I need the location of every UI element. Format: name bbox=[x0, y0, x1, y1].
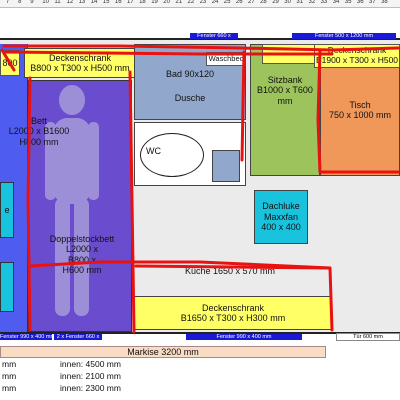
door: Tür 600 mm bbox=[336, 333, 400, 341]
dim-row-3-right: innen: 2300 mm bbox=[60, 383, 121, 393]
ruler-tick: 35 bbox=[344, 0, 352, 5]
door-label: Tür 600 mm bbox=[353, 334, 383, 340]
ruler-tick: 15 bbox=[102, 0, 110, 5]
ruler-tick: 10 bbox=[42, 0, 49, 5]
waschbecken-label: Waschbec bbox=[208, 53, 244, 63]
bett-label: Bett L2000 x B1600 H800 mm bbox=[8, 116, 70, 147]
ruler-tick: 31 bbox=[296, 0, 304, 5]
ruler-tick: 34 bbox=[332, 0, 340, 5]
ruler-tick: 25 bbox=[223, 0, 231, 5]
dachluke: Dachluke Maxxfan 400 x 400 bbox=[254, 190, 308, 244]
ruler-tick: 32 bbox=[308, 0, 316, 5]
ruler-tick: 9 bbox=[30, 0, 34, 5]
window-bottom-2: 2 x Fenster 660 x bbox=[54, 334, 102, 340]
ruler-tick: 20 bbox=[163, 0, 170, 5]
window-top-2: Fenster 500 x 1200 mm bbox=[292, 33, 396, 39]
dim-row-1-right: innen: 4500 mm bbox=[60, 359, 121, 369]
left-cabinet-lower bbox=[0, 262, 14, 312]
ruler-tick: 19 bbox=[151, 0, 158, 5]
markise-label: Markise 3200 mm bbox=[127, 346, 199, 357]
deckenschrank-left: Deckenschrank B800 x T300 x H500 mm bbox=[24, 48, 136, 78]
ruler-tick: 27 bbox=[248, 0, 255, 5]
doppelstockbett-label: Doppelstockbett L2000 x B800 x H600 mm bbox=[49, 234, 115, 276]
window-bottom-1: Fenster 990 x 400 mm bbox=[0, 334, 52, 340]
deckenschrank-left-partial-label: 800 bbox=[2, 57, 18, 68]
dachluke-label: Dachluke Maxxfan 400 x 400 bbox=[261, 201, 301, 233]
ruler-tick: 33 bbox=[320, 0, 328, 5]
dim-row-2-left: mm bbox=[2, 371, 17, 381]
deckenschrank-left-label: Deckenschrank B800 x T300 x H500 mm bbox=[30, 52, 130, 73]
markise: Markise 3200 mm bbox=[0, 346, 326, 358]
left-cabinet-label: e bbox=[4, 204, 10, 215]
dusche-label: Dusche bbox=[174, 93, 206, 104]
tisch-label: Tisch 750 x 1000 mm bbox=[328, 99, 392, 120]
ruler-tick: 18 bbox=[139, 0, 146, 5]
dim-row-2-right: innen: 2100 mm bbox=[60, 371, 121, 381]
ruler-tick: 21 bbox=[175, 0, 183, 5]
window-top-1: Fenster 660 x bbox=[190, 33, 238, 39]
ruler-tick: 12 bbox=[66, 0, 74, 5]
deckenschrank-left-partial: 800 bbox=[0, 50, 20, 76]
bad-label: Bad 90x120 bbox=[165, 69, 215, 79]
ruler-tick: 29 bbox=[272, 0, 279, 5]
ruler: 7 8 9 10 11 12 13 14 15 16 17 18 19 20 21 22 23 24 25 26 27 2… bbox=[0, 0, 400, 8]
deckenschrank-right-label: Deckenschrank B1900 x T300 x H500 bbox=[315, 45, 399, 65]
deckenschrank-bottom: Deckenschrank B1650 x T300 x H300 mm bbox=[134, 296, 332, 330]
left-cabinet: e bbox=[0, 182, 14, 238]
deckenschrank-bottom-label: Deckenschrank B1650 x T300 x H300 mm bbox=[180, 302, 286, 323]
waschbecken: Waschbec bbox=[206, 52, 246, 66]
ruler-tick: 26 bbox=[235, 0, 243, 5]
sitzbank-cushion bbox=[262, 44, 320, 64]
bad-door bbox=[212, 150, 240, 182]
ruler-tick: 36 bbox=[356, 0, 364, 5]
dim-row-3-left: mm bbox=[2, 383, 17, 393]
dim-row-1-left: mm bbox=[2, 359, 17, 369]
ruler-tick: 30 bbox=[284, 0, 291, 5]
ruler-tick: 37 bbox=[369, 0, 376, 5]
floor-plan: 7 8 9 10 11 12 13 14 15 16 17 18 19 20 21 22 23 24 25 26 27 2… bbox=[0, 0, 400, 400]
ruler-tick: 7 bbox=[6, 0, 10, 5]
ruler-tick: 38 bbox=[381, 0, 388, 5]
kueche-label: Küche 1650 x 570 mm bbox=[184, 266, 276, 276]
window-bottom-3: Fenster 990 x 400 mm bbox=[186, 334, 302, 340]
wc-label: WC bbox=[146, 146, 161, 156]
ruler-tick: 16 bbox=[114, 0, 122, 5]
deckenschrank-right: Deckenschrank B1900 x T300 x H500 bbox=[314, 44, 400, 68]
ruler-tick: 22 bbox=[187, 0, 195, 5]
ruler-tick: 28 bbox=[260, 0, 267, 5]
ruler-tick: 14 bbox=[90, 0, 98, 5]
ruler-tick: 24 bbox=[211, 0, 219, 5]
ruler-tick: 11 bbox=[54, 0, 61, 5]
sitzbank-label: Sitzbank B1000 x T600 mm bbox=[257, 75, 313, 106]
ruler-tick: 17 bbox=[127, 0, 134, 5]
ruler-tick: 23 bbox=[199, 0, 207, 5]
ruler-tick: 8 bbox=[18, 0, 22, 5]
ruler-tick: 13 bbox=[78, 0, 86, 5]
